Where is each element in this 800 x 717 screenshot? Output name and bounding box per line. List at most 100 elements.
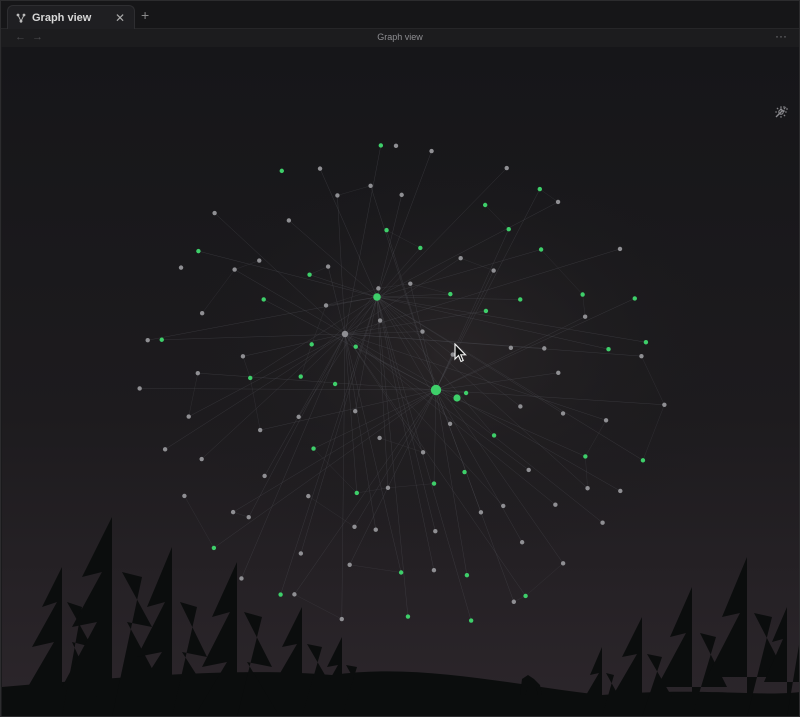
graph-node[interactable]: [580, 292, 585, 297]
graph-node[interactable]: [519, 540, 525, 545]
graph-node[interactable]: [137, 386, 142, 391]
graph-node[interactable]: [431, 481, 437, 486]
graph-node[interactable]: [617, 246, 623, 252]
graph-node[interactable]: [420, 450, 426, 455]
graph-node[interactable]: [230, 509, 236, 515]
graph-node[interactable]: [506, 226, 511, 232]
graph-node[interactable]: [317, 166, 323, 171]
graph-node[interactable]: [353, 344, 358, 349]
graph-node[interactable]: [186, 414, 191, 419]
graph-node[interactable]: [347, 562, 352, 568]
graph-node[interactable]: [309, 342, 314, 347]
graph-node[interactable]: [523, 593, 528, 599]
graph-node[interactable]: [332, 381, 338, 387]
graph-node[interactable]: [195, 370, 201, 376]
graph-node[interactable]: [511, 599, 517, 604]
graph-node[interactable]: [639, 353, 644, 359]
graph-node[interactable]: [339, 616, 344, 622]
graph-node[interactable]: [212, 210, 217, 216]
graph-node[interactable]: [458, 255, 463, 261]
graph-node[interactable]: [555, 199, 561, 205]
graph-node[interactable]: [211, 545, 217, 551]
graph-node[interactable]: [491, 268, 496, 273]
graph-node[interactable]: [159, 337, 164, 342]
graph-node[interactable]: [199, 311, 205, 316]
graph-node[interactable]: [643, 340, 649, 345]
graph-node[interactable]: [286, 218, 292, 223]
graph-node[interactable]: [508, 345, 514, 351]
graph-node[interactable]: [583, 454, 588, 459]
graph-node[interactable]: [296, 414, 301, 420]
graph-node[interactable]: [377, 435, 382, 441]
graph-hub-node[interactable]: [373, 293, 381, 301]
graph-node[interactable]: [518, 297, 523, 302]
graph-node[interactable]: [246, 515, 251, 520]
graph-node[interactable]: [257, 258, 262, 263]
graph-node[interactable]: [368, 183, 373, 188]
graph-node[interactable]: [261, 297, 266, 302]
graph-node[interactable]: [182, 493, 187, 499]
graph-node[interactable]: [279, 168, 284, 174]
graph-node[interactable]: [239, 576, 244, 581]
graph-node[interactable]: [196, 248, 201, 254]
graph-node[interactable]: [553, 502, 558, 507]
graph-node[interactable]: [420, 329, 425, 334]
graph-node[interactable]: [464, 572, 470, 578]
graph-node[interactable]: [538, 247, 544, 252]
graph-node[interactable]: [542, 346, 547, 351]
graph-node[interactable]: [418, 245, 423, 251]
graph-node[interactable]: [504, 165, 509, 171]
graph-node[interactable]: [145, 338, 150, 343]
graph-node[interactable]: [501, 503, 506, 509]
graph-node[interactable]: [618, 488, 623, 494]
graph-node[interactable]: [385, 485, 391, 491]
tab-graph-view[interactable]: Graph view ✕: [7, 5, 135, 29]
graph-node[interactable]: [662, 402, 667, 407]
graph-node[interactable]: [335, 193, 340, 198]
graph-node[interactable]: [354, 490, 359, 496]
graph-node[interactable]: [491, 433, 497, 438]
graph-node[interactable]: [393, 143, 399, 149]
graph-node[interactable]: [373, 527, 378, 532]
magic-wand-icon[interactable]: [774, 106, 788, 141]
graph-node[interactable]: [585, 486, 590, 491]
graph-node[interactable]: [178, 265, 184, 270]
graph-node[interactable]: [526, 467, 531, 473]
graph-node[interactable]: [298, 374, 303, 379]
graph-node[interactable]: [582, 314, 588, 319]
graph-svg[interactable]: [2, 47, 800, 717]
graph-node[interactable]: [537, 186, 543, 192]
graph-node[interactable]: [307, 272, 312, 277]
graph-hub-node[interactable]: [341, 330, 349, 338]
graph-node[interactable]: [448, 291, 453, 297]
graph-node[interactable]: [600, 520, 605, 525]
graph-node[interactable]: [447, 421, 453, 427]
graph-canvas[interactable]: [2, 47, 800, 717]
graph-node[interactable]: [482, 202, 488, 208]
graph-node[interactable]: [606, 347, 611, 352]
graph-node[interactable]: [378, 143, 384, 148]
graph-node[interactable]: [462, 469, 467, 475]
graph-node[interactable]: [632, 296, 637, 301]
graph-hub-node[interactable]: [430, 384, 442, 396]
graph-node[interactable]: [325, 264, 331, 269]
graph-node[interactable]: [352, 524, 357, 529]
graph-node[interactable]: [240, 354, 246, 359]
graph-node[interactable]: [433, 529, 438, 534]
close-icon[interactable]: ✕: [114, 11, 126, 25]
graph-node[interactable]: [603, 418, 609, 423]
graph-node[interactable]: [463, 390, 469, 396]
graph-node[interactable]: [408, 281, 413, 286]
graph-node[interactable]: [262, 473, 267, 479]
graph-node[interactable]: [199, 456, 204, 462]
graph-node[interactable]: [478, 510, 484, 515]
graph-node[interactable]: [298, 551, 304, 556]
graph-node[interactable]: [560, 561, 566, 566]
graph-node[interactable]: [398, 570, 404, 575]
graph-node[interactable]: [306, 493, 311, 499]
more-horizontal-icon[interactable]: ···: [775, 29, 787, 43]
graph-node[interactable]: [376, 286, 381, 291]
graph-node[interactable]: [556, 370, 561, 376]
graph-hub-node[interactable]: [453, 394, 461, 402]
graph-node[interactable]: [257, 427, 263, 433]
